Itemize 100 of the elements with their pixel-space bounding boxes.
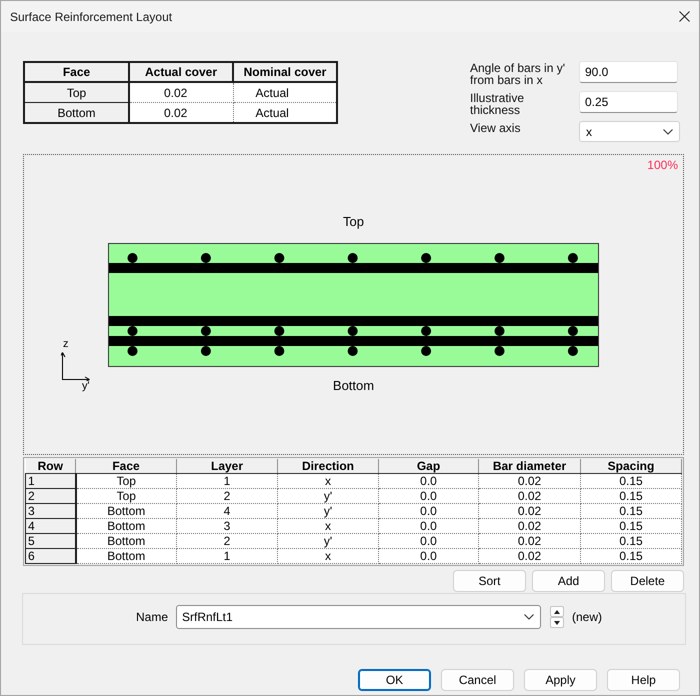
row-header[interactable]: 4 <box>26 518 76 534</box>
table-cell: 2 <box>176 534 278 548</box>
column-header: Gap <box>378 459 478 474</box>
field-label: Angle of bars in y' from bars in x <box>470 61 566 86</box>
table-cell: 0.15 <box>580 518 682 534</box>
input-field[interactable]: 0.25 <box>579 91 678 113</box>
rebar-dot <box>348 253 358 263</box>
table-cell: y' <box>278 488 378 504</box>
table-cell: 0.0 <box>378 504 478 518</box>
table-cell: 0.02 <box>478 474 580 488</box>
dropdown[interactable]: x <box>579 121 680 142</box>
table-cell: 0.15 <box>580 534 682 548</box>
table-cell: Actual <box>233 102 337 123</box>
row-header[interactable]: 5 <box>26 534 76 548</box>
rebar-dot <box>128 253 138 263</box>
axis-label: y' <box>82 380 90 392</box>
table-cell: 0.02 <box>129 102 233 123</box>
row-header[interactable]: 1 <box>26 474 76 488</box>
rebar-dot <box>274 253 284 263</box>
column-header: Face <box>24 62 129 82</box>
table-cell: Bottom <box>76 548 176 564</box>
table-cell: 0.15 <box>580 488 682 504</box>
table-cell: 0.02 <box>478 548 580 564</box>
rebar-dot <box>421 346 432 356</box>
table-cell: Bottom <box>76 518 176 534</box>
table-cell: 0.02 <box>478 534 580 548</box>
table-cell: 0.15 <box>580 504 682 518</box>
top-face-label: Top <box>343 215 364 229</box>
window-title: Surface Reinforcement Layout <box>10 10 172 24</box>
table-cell: 0.02 <box>129 82 233 102</box>
table-cell: x <box>278 548 378 564</box>
rebar-dot <box>568 326 578 336</box>
table-cell: 0.02 <box>478 488 580 504</box>
table-cell: 0.0 <box>378 518 478 534</box>
chevron-down-icon <box>524 614 534 620</box>
table-cell: 2 <box>176 488 278 504</box>
status-text: (new) <box>572 610 602 624</box>
rebar-dot <box>348 326 358 336</box>
rebar-dot <box>274 326 284 336</box>
row-header: Top <box>24 82 129 102</box>
close-icon <box>678 11 690 22</box>
table-cell: 0.0 <box>378 488 478 504</box>
row-header[interactable]: 6 <box>26 548 76 564</box>
rebar-dot <box>568 346 578 356</box>
rebar-dot <box>421 326 432 336</box>
table-cell: x <box>278 518 378 534</box>
column-header: Row <box>26 459 76 474</box>
dialog-button[interactable]: Apply <box>524 669 597 691</box>
column-header: Direction <box>278 459 378 474</box>
row-header[interactable]: 3 <box>26 504 76 518</box>
field-label: View axis <box>470 121 522 134</box>
table-action-button[interactable]: Add <box>532 570 605 592</box>
table-cell: y' <box>278 534 378 548</box>
table-cell: 3 <box>176 518 278 534</box>
up-triangle-icon <box>554 610 560 614</box>
rebar-dot <box>568 253 578 263</box>
chevron-down-icon <box>663 128 673 134</box>
axis-label: z <box>63 338 68 350</box>
down-triangle-icon <box>554 620 560 624</box>
rebar-dot <box>128 326 138 336</box>
row-header[interactable]: 2 <box>26 488 76 504</box>
table-cell: 0.0 <box>378 548 478 564</box>
dialog-button[interactable]: OK <box>358 669 431 691</box>
row-header: Bottom <box>24 102 129 123</box>
rebar-dot <box>348 346 358 356</box>
axis-arrows-icon <box>61 352 90 381</box>
table-cell: Bottom <box>76 504 176 518</box>
table-cell: Top <box>76 488 176 504</box>
dialog-button[interactable]: Cancel <box>441 669 514 691</box>
rebar-dot <box>200 346 211 356</box>
column-header: Face <box>76 459 176 474</box>
rebar-dot <box>494 326 504 336</box>
table-cell: Top <box>76 474 176 488</box>
column-header: Nominal cover <box>233 62 337 82</box>
table-cell: 0.0 <box>378 474 478 488</box>
table-action-button[interactable]: Sort <box>453 570 526 592</box>
table-cell: 0.0 <box>378 534 478 548</box>
rebar-dot <box>200 326 211 336</box>
bottom-face-label: Bottom <box>332 379 374 393</box>
column-header: Spacing <box>580 459 682 474</box>
spin-down-button[interactable] <box>550 617 564 628</box>
rebar-dot <box>274 346 284 356</box>
table-cell: Bottom <box>76 534 176 548</box>
column-header: Layer <box>176 459 278 474</box>
table-cell: 4 <box>176 504 278 518</box>
field-label: Illustrative thickness <box>470 91 526 116</box>
table-cell: 0.15 <box>580 474 682 488</box>
table-cell: x <box>278 474 378 488</box>
rebar-dot <box>421 253 432 263</box>
field-label: Name <box>134 610 168 624</box>
table-cell: 0.02 <box>478 518 580 534</box>
table-action-button[interactable]: Delete <box>611 570 684 592</box>
dialog-button[interactable]: Help <box>607 669 680 691</box>
table-cell: Actual <box>233 82 337 102</box>
table-cell: 0.02 <box>478 504 580 518</box>
name-combobox[interactable]: SrfRnfLt1 <box>176 605 541 629</box>
spin-up-button[interactable] <box>550 606 564 617</box>
input-field[interactable]: 90.0 <box>579 61 678 83</box>
column-header: Actual cover <box>129 62 233 82</box>
column-header: Bar diameter <box>478 459 580 474</box>
